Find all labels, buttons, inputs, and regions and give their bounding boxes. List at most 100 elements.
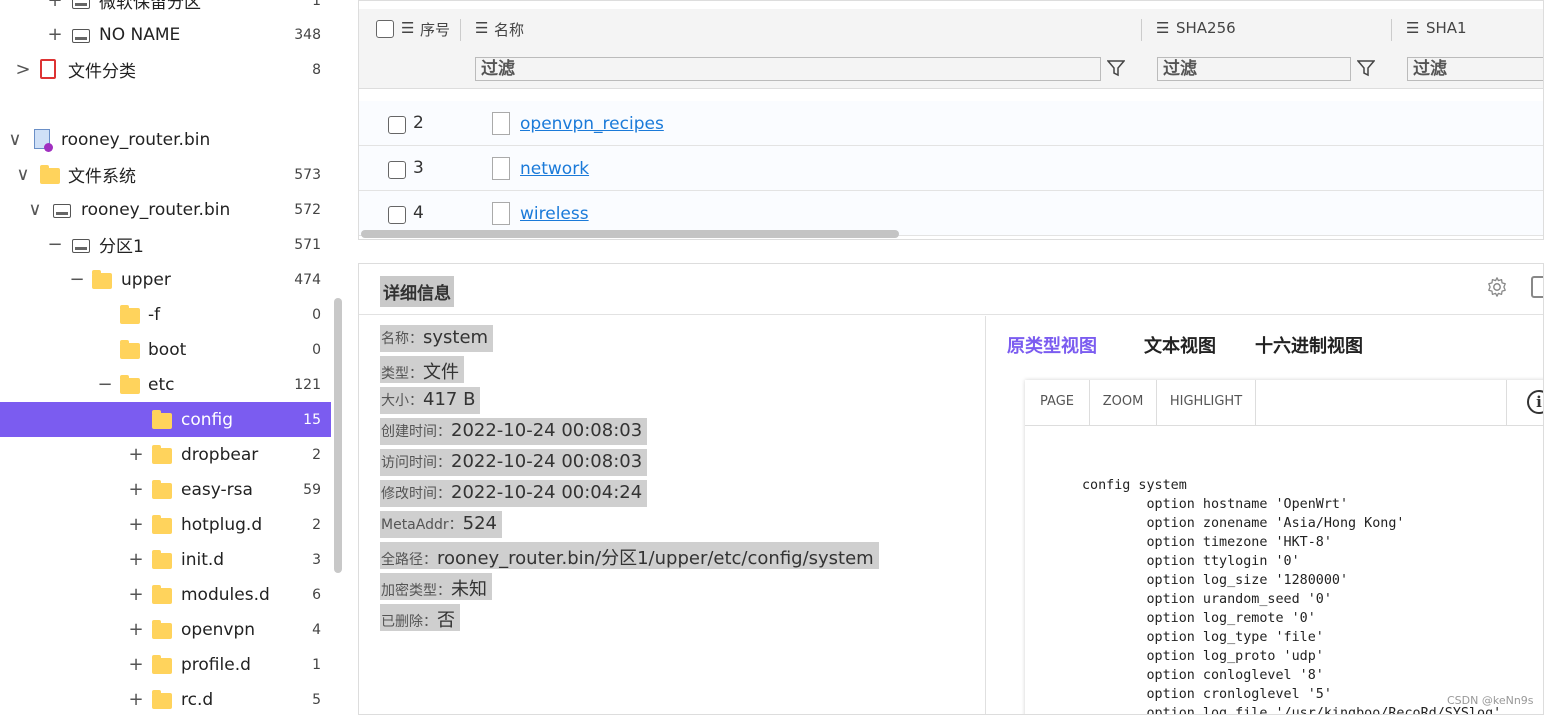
collapse-icon[interactable]: − [47, 227, 63, 262]
tree-item[interactable]: ∨ rooney_router.bin 572 [0, 192, 331, 227]
column-divider[interactable] [1391, 19, 1392, 41]
tree-item[interactable]: + openvpn 4 [0, 612, 331, 647]
tree-item[interactable]: − etc 121 [0, 367, 331, 402]
document-viewer: PAGE ZOOM HIGHLIGHT i config system opti… [1025, 380, 1543, 714]
expand-icon[interactable]: + [128, 577, 144, 612]
filter-icon[interactable] [1107, 59, 1125, 77]
list-icon: ☰ [401, 19, 415, 37]
detail-field: 访问时间：2022-10-24 00:08:03 [380, 449, 648, 476]
gear-icon[interactable] [1486, 276, 1508, 298]
tree-item[interactable]: + hotplug.d 2 [0, 507, 331, 542]
column-header-name[interactable]: 名称 [494, 19, 524, 40]
detail-field: 名称：system [380, 325, 494, 352]
info-icon[interactable]: i [1527, 390, 1543, 414]
sidebar-scrollbar[interactable] [334, 298, 342, 573]
row-index: 4 [413, 203, 424, 223]
expand-icon[interactable] [1531, 276, 1543, 298]
row-checkbox[interactable] [388, 206, 406, 224]
tree-item[interactable]: + init.d 3 [0, 542, 331, 577]
viewer-tab-page[interactable]: PAGE [1025, 380, 1090, 426]
row-checkbox[interactable] [388, 116, 406, 134]
sha256-filter-input[interactable]: 过滤 [1157, 57, 1351, 81]
tree-item-count: 474 [294, 271, 321, 288]
tree-item-count: 59 [303, 481, 321, 498]
folder-icon [152, 690, 172, 709]
detail-field: 已删除：否 [380, 604, 460, 631]
file-link[interactable]: openvpn_recipes [520, 114, 664, 134]
tree-item-label: etc [148, 374, 175, 395]
chevron-down-icon[interactable]: ∨ [15, 157, 31, 192]
expand-icon[interactable]: + [128, 507, 144, 542]
folder-icon [152, 515, 172, 534]
tab-native-view[interactable]: 原类型视图 [1007, 332, 1097, 358]
tree-item[interactable]: − 分区1 571 [0, 227, 331, 262]
column-divider[interactable] [1141, 19, 1142, 41]
expand-icon[interactable]: + [128, 542, 144, 577]
file-tree-sidebar: + 微软保留分区 1 + NO NAME 348 > 文件分类 8 ∨ rooney_router.… [0, 0, 346, 715]
row-index: 2 [413, 113, 424, 133]
detail-field-key: 访问时间： [381, 455, 451, 471]
column-header-index[interactable]: 序号 [420, 19, 450, 40]
tree-item[interactable]: ∨ rooney_router.bin [0, 122, 331, 157]
tree-item[interactable]: + NO NAME 348 [0, 17, 331, 52]
tree-item[interactable]: config 15 [0, 402, 331, 437]
expand-icon[interactable]: + [128, 647, 144, 682]
details-header: 详细信息 [359, 264, 1543, 315]
table-horizontal-scrollbar[interactable] [361, 230, 899, 238]
folder-icon [92, 270, 112, 289]
expand-icon[interactable]: + [128, 682, 144, 715]
table-row[interactable]: 2 openvpn_recipes [359, 101, 1543, 146]
collapse-icon[interactable]: − [97, 367, 113, 402]
expand-icon[interactable]: + [128, 472, 144, 507]
chevron-down-icon[interactable]: ∨ [27, 192, 43, 227]
collapse-icon[interactable]: − [69, 262, 85, 297]
tree-item[interactable]: + 微软保留分区 1 [0, 0, 331, 18]
sha1-filter-input[interactable]: 过滤 [1407, 57, 1543, 81]
list-icon: ☰ [475, 19, 489, 37]
tree-item[interactable]: -f 0 [0, 297, 331, 332]
tree-item[interactable]: boot 0 [0, 332, 331, 367]
tree-item-label: config [181, 409, 234, 430]
tree-item-label: init.d [181, 549, 225, 570]
folder-icon [152, 550, 172, 569]
detail-field: 修改时间：2022-10-24 00:04:24 [380, 480, 648, 507]
tree-item-label: openvpn [181, 619, 256, 640]
tab-text-view[interactable]: 文本视图 [1144, 332, 1216, 358]
expand-icon[interactable]: + [128, 612, 144, 647]
code-line: option zonename 'Asia/Hong Kong' [1082, 516, 1405, 531]
chevron-right-icon[interactable]: > [15, 52, 31, 87]
tree-item-count: 572 [294, 201, 321, 218]
column-header-sha1[interactable]: SHA1 [1426, 19, 1467, 37]
tree-item[interactable]: + modules.d 6 [0, 577, 331, 612]
expand-icon[interactable]: + [47, 17, 63, 52]
expand-icon[interactable]: + [128, 437, 144, 472]
column-divider[interactable] [460, 19, 461, 41]
tree-item[interactable]: > 文件分类 8 [0, 52, 331, 87]
tree-item[interactable]: + easy-rsa 59 [0, 472, 331, 507]
tree-item[interactable]: + rc.d 5 [0, 682, 331, 715]
select-all-checkbox[interactable] [376, 20, 394, 38]
column-header-sha256[interactable]: SHA256 [1176, 19, 1236, 37]
tree-item[interactable]: + dropbear 2 [0, 437, 331, 472]
tree-item-label: hotplug.d [181, 514, 263, 535]
detail-field-key: 已删除： [381, 614, 437, 630]
table-row[interactable]: 3 network [359, 146, 1543, 191]
name-filter-input[interactable]: 过滤 [475, 57, 1101, 81]
viewer-tab-highlight[interactable]: HIGHLIGHT [1157, 380, 1256, 426]
detail-field-value: 2022-10-24 00:04:24 [451, 482, 643, 503]
file-link[interactable]: network [520, 159, 589, 179]
code-line: option cronloglevel '5' [1082, 687, 1332, 702]
tree-item[interactable]: + profile.d 1 [0, 647, 331, 682]
row-checkbox[interactable] [388, 161, 406, 179]
expand-icon[interactable]: + [47, 0, 63, 18]
code-line: option conloglevel '8' [1082, 668, 1324, 683]
tree-item[interactable]: ∨ 文件系统 573 [0, 157, 331, 192]
filter-icon[interactable] [1357, 59, 1375, 77]
viewer-tab-zoom[interactable]: ZOOM [1090, 380, 1157, 426]
tree-item[interactable]: − upper 474 [0, 262, 331, 297]
detail-field-key: 类型： [381, 366, 423, 382]
tab-hex-view[interactable]: 十六进制视图 [1255, 332, 1363, 358]
chevron-down-icon[interactable]: ∨ [7, 122, 23, 157]
panel-divider[interactable] [985, 316, 986, 714]
file-link[interactable]: wireless [520, 204, 589, 224]
